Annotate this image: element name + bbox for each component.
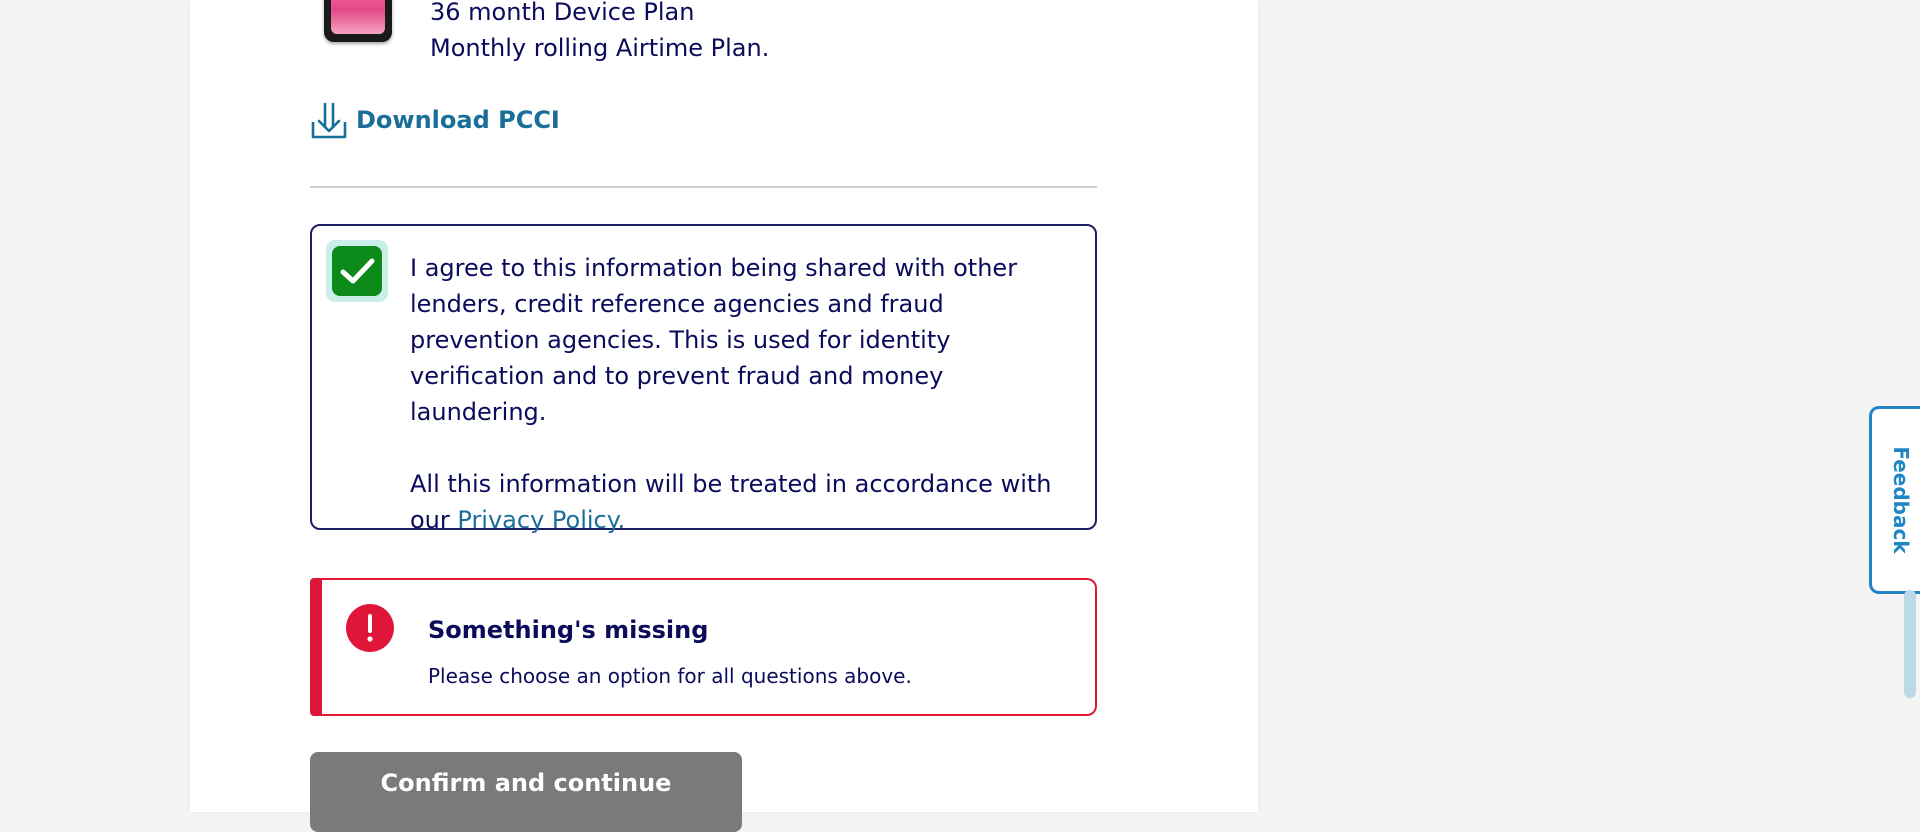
section-divider bbox=[310, 186, 1097, 188]
error-alert: Something's missing Please choose an opt… bbox=[310, 578, 1097, 716]
error-message: Please choose an option for all question… bbox=[428, 664, 912, 688]
device-screen bbox=[331, 0, 385, 34]
consent-text: I agree to this information being shared… bbox=[410, 250, 1080, 538]
consent-box: I agree to this information being shared… bbox=[310, 224, 1097, 534]
download-icon bbox=[310, 100, 348, 140]
feedback-label: Feedback bbox=[1888, 446, 1913, 554]
consent-paragraph-2: All this information will be treated in … bbox=[410, 466, 1080, 538]
device-plan-text: 36 month Device Plan bbox=[430, 0, 695, 26]
privacy-policy-link[interactable]: Privacy Policy. bbox=[457, 506, 625, 534]
consent-checkbox[interactable] bbox=[326, 240, 388, 302]
scrollbar-thumb[interactable] bbox=[1904, 590, 1916, 698]
download-pcci-label: Download PCCI bbox=[356, 106, 560, 134]
airtime-plan-text: Monthly rolling Airtime Plan. bbox=[430, 34, 770, 62]
consent-paragraph-1: I agree to this information being shared… bbox=[410, 254, 1018, 426]
exclamation-icon bbox=[346, 604, 394, 652]
checkbox-checked bbox=[332, 246, 382, 296]
error-title: Something's missing bbox=[428, 616, 709, 644]
download-pccI-link[interactable]: Download PCCI bbox=[310, 100, 560, 140]
device-image bbox=[324, 0, 392, 42]
confirm-and-continue-button[interactable]: Confirm and continue bbox=[310, 752, 742, 832]
checkmark-icon bbox=[340, 258, 375, 284]
feedback-tab[interactable]: Feedback bbox=[1869, 406, 1920, 594]
